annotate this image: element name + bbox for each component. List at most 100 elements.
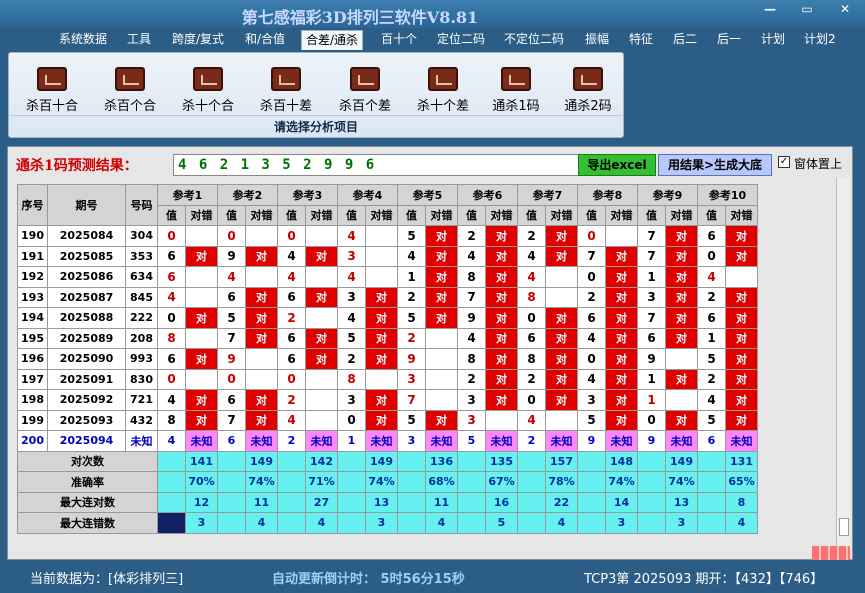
check-mark-cell: 对 <box>485 389 518 411</box>
value-cell: 6 <box>277 348 306 370</box>
menu-item-8[interactable]: 振幅 <box>581 30 613 50</box>
check-mark-cell: 对 <box>665 266 698 288</box>
stats-value: 149 <box>245 450 278 472</box>
value-cell: 9 <box>457 307 486 329</box>
unknown-cell: 未知 <box>305 430 338 452</box>
stats-value: 3 <box>665 512 698 534</box>
empty-check-cell <box>305 307 338 329</box>
ribbon-button-7[interactable]: 通杀2码 <box>557 67 619 114</box>
header-check: 对错 <box>725 204 758 226</box>
table-row[interactable]: 192 2025086 634 6 4 4 4 1 对 8 对 4 0 对 1 对 4 <box>17 266 758 288</box>
value-cell: 6 <box>637 327 666 349</box>
stats-value: 131 <box>725 450 758 472</box>
seq-cell: 197 <box>17 368 48 390</box>
menu-item-2[interactable]: 跨度/复式 <box>168 30 228 50</box>
vertical-scrollbar[interactable] <box>836 178 850 553</box>
ribbon-button-4[interactable]: 杀百个差 <box>334 67 396 114</box>
check-mark-cell: 对 <box>365 307 398 329</box>
issue-cell: 2025090 <box>47 348 126 370</box>
empty-check-cell <box>185 225 218 247</box>
menu-item-3[interactable]: 和/合值 <box>241 30 289 50</box>
empty-check-cell <box>725 266 758 288</box>
menu-item-9[interactable]: 特征 <box>625 30 657 50</box>
current-data-status: 当前数据为：[体彩排列三] <box>30 572 184 587</box>
window-title: 第七感福彩3D排列三软件V8.81 <box>241 8 479 27</box>
stats-pad-cell <box>577 450 606 472</box>
value-cell: 8 <box>337 368 366 390</box>
ribbon-button-6[interactable]: 通杀1码 <box>485 67 547 114</box>
header-ref: 参考3 <box>277 184 338 206</box>
table-row[interactable]: 199 2025093 432 8 对 7 对 4 0 对 5 对 3 4 5 对 0 对 5 对 <box>17 409 758 431</box>
menu-item-12[interactable]: 计划 <box>757 30 789 50</box>
number-cell: 634 <box>125 266 158 288</box>
check-mark-cell: 对 <box>545 225 578 247</box>
menu-item-11[interactable]: 后一 <box>713 30 745 50</box>
header-value: 值 <box>397 204 426 226</box>
menu-item-6[interactable]: 定位二码 <box>433 30 489 50</box>
table-row[interactable]: 191 2025085 353 6 对 9 对 4 对 3 4 对 4 对 4 对 7 对 7 对 0 对 <box>17 245 758 267</box>
countdown-status: 自动更新倒计时： 5时56分15秒 <box>272 572 465 587</box>
stats-pad-cell <box>337 471 366 493</box>
stats-value: 4 <box>245 512 278 534</box>
stats-pad-cell <box>397 471 426 493</box>
check-mark-cell: 对 <box>185 245 218 267</box>
menu-item-7[interactable]: 不定位二码 <box>500 30 568 50</box>
status-bar: 当前数据为：[体彩排列三] 自动更新倒计时： 5时56分15秒 TCP3第 20… <box>0 562 865 593</box>
ribbon-button-3[interactable]: 杀百十差 <box>255 67 317 114</box>
ribbon-button-1[interactable]: 杀百个合 <box>99 67 161 114</box>
menu-item-10[interactable]: 后二 <box>669 30 701 50</box>
check-mark-cell: 对 <box>605 286 638 308</box>
unknown-cell: 未知 <box>665 430 698 452</box>
value-cell: 0 <box>577 348 606 370</box>
value-cell: 6 <box>217 286 246 308</box>
unknown-cell: 未知 <box>245 430 278 452</box>
ribbon-button-5[interactable]: 杀十个差 <box>412 67 474 114</box>
check-mark-cell: 对 <box>665 368 698 390</box>
stats-value: 74% <box>665 471 698 493</box>
value-cell: 2 <box>457 225 486 247</box>
value-cell: 2 <box>517 225 546 247</box>
value-cell: 2 <box>397 327 426 349</box>
scrollbar-thumb[interactable] <box>839 518 849 536</box>
value-cell: 4 <box>217 266 246 288</box>
table-row[interactable]: 198 2025092 721 4 对 6 对 2 3 对 7 3 对 0 对 3 对 1 4 对 <box>17 389 758 411</box>
prediction-row[interactable]: 200 2025094 未知 4 未知 6 未知 2 未知 1 未知 3 未知 5 未知 2 未知 9 未知 9 未知 6… <box>17 430 758 452</box>
table-row[interactable]: 193 2025087 845 4 6 对 6 对 3 对 2 对 7 对 8 2 对 3 对 2 对 <box>17 286 758 308</box>
value-cell: 8 <box>517 348 546 370</box>
ribbon-button-label: 杀百十差 <box>259 99 312 114</box>
prediction-value-field[interactable]: 4 6 2 1 3 5 2 9 9 6 <box>173 154 581 176</box>
stats-value: 11 <box>425 491 458 513</box>
stats-pad-cell <box>337 491 366 513</box>
value-cell: 4 <box>577 327 606 349</box>
menu-item-4[interactable]: 合差/通杀 <box>301 30 364 50</box>
empty-check-cell <box>365 368 398 390</box>
table-row[interactable]: 197 2025091 830 0 0 0 8 3 2 对 2 对 4 对 1 对 2 对 <box>17 368 758 390</box>
menu-item-13[interactable]: 计划2 <box>800 30 840 50</box>
value-cell: 7 <box>217 327 246 349</box>
minimize-button[interactable]: — <box>758 2 782 16</box>
check-mark-cell: 对 <box>605 409 638 431</box>
menu-item-0[interactable]: 系统数据 <box>55 30 111 50</box>
always-on-top-label: 窗体置上 <box>794 157 843 171</box>
check-mark-cell: 对 <box>725 286 758 308</box>
ribbon-button-0[interactable]: 杀百十合 <box>21 67 83 114</box>
generate-base-button[interactable]: 用结果>生成大底 <box>658 154 772 176</box>
ribbon-button-2[interactable]: 杀十个合 <box>177 67 239 114</box>
table-row[interactable]: 196 2025090 993 6 对 9 6 对 2 对 9 8 对 8 对 0 对 9 5 对 <box>17 348 758 370</box>
number-cell: 208 <box>125 327 158 349</box>
close-button[interactable]: ✕ <box>833 2 857 16</box>
export-excel-button[interactable]: 导出excel <box>578 154 656 176</box>
table-row[interactable]: 190 2025084 304 0 0 0 4 5 对 2 对 2 对 0 7 对 6 对 <box>17 225 758 247</box>
stats-value: 14 <box>605 491 638 513</box>
value-cell: 4 <box>397 245 426 267</box>
always-on-top-checkbox[interactable]: ✓ <box>778 156 790 168</box>
table-row[interactable]: 194 2025088 222 0 对 5 对 2 4 对 5 对 9 对 0 对 6 对 7 对 6 对 <box>17 307 758 329</box>
predicted-value-cell: 2 <box>517 430 546 452</box>
stats-pad-cell <box>217 512 246 534</box>
restore-button[interactable]: ▭ <box>795 2 819 16</box>
check-mark-cell: 对 <box>725 245 758 267</box>
stats-value: 74% <box>365 471 398 493</box>
table-row[interactable]: 195 2025089 208 8 7 对 6 对 5 对 2 4 对 6 对 4 对 6 对 1 对 <box>17 327 758 349</box>
menu-item-1[interactable]: 工具 <box>123 30 155 50</box>
menu-item-5[interactable]: 百十个 <box>377 30 421 50</box>
